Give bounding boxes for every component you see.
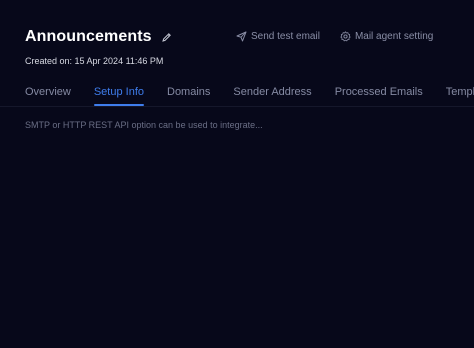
setup-info-text: SMTP or HTTP REST API option can be used… bbox=[25, 120, 263, 130]
header-actions: Send test email Mail agent setting bbox=[236, 29, 433, 43]
tab-sender-address[interactable]: Sender Address bbox=[233, 86, 311, 106]
mail-agent-setting-button[interactable]: Mail agent setting bbox=[340, 31, 433, 42]
send-icon bbox=[236, 31, 247, 42]
tab-processed-emails[interactable]: Processed Emails bbox=[335, 86, 423, 106]
page: Announcements Created on: 15 Apr 2024 11… bbox=[0, 0, 474, 348]
send-test-email-button[interactable]: Send test email bbox=[236, 31, 320, 42]
tab-templates[interactable]: Templat bbox=[446, 86, 474, 106]
pencil-icon[interactable] bbox=[161, 32, 172, 43]
tab-divider bbox=[0, 106, 474, 107]
tab-setup-info[interactable]: Setup Info bbox=[93, 86, 145, 106]
tab-domains[interactable]: Domains bbox=[167, 86, 210, 106]
send-test-email-label: Send test email bbox=[251, 30, 320, 42]
page-title: Announcements bbox=[25, 28, 152, 45]
gear-icon bbox=[340, 30, 351, 42]
mail-agent-setting-label: Mail agent setting bbox=[354, 30, 434, 42]
tab-overview[interactable]: Overview bbox=[25, 86, 71, 106]
tab-bar: Overview Setup Info Domains Sender Addre… bbox=[25, 86, 474, 108]
created-timestamp: Created on: 15 Apr 2024 11:46 PM bbox=[25, 56, 164, 66]
